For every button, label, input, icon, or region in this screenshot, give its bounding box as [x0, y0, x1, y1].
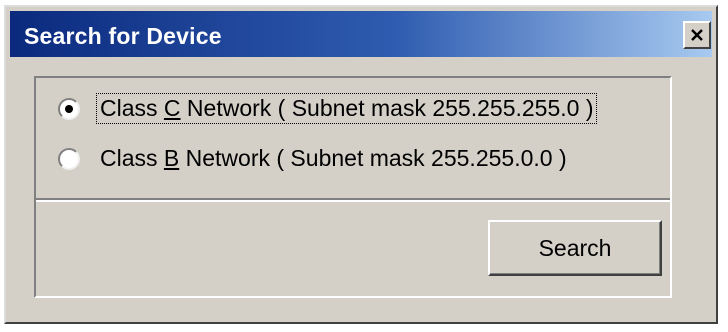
radio-selected-dot [65, 105, 73, 113]
close-button[interactable] [683, 21, 711, 49]
group-divider [36, 198, 670, 202]
title-bar: Search for Device [10, 11, 712, 57]
window-title: Search for Device [24, 23, 222, 49]
class-c-label[interactable]: Class C Network ( Subnet mask 255.255.25… [95, 93, 598, 124]
close-icon [691, 29, 703, 41]
class-c-radio[interactable] [58, 98, 80, 120]
search-button[interactable]: Search [488, 220, 662, 276]
class-b-radio[interactable] [58, 148, 80, 170]
class-b-label[interactable]: Class B Network ( Subnet mask 255.255.0.… [98, 145, 569, 172]
